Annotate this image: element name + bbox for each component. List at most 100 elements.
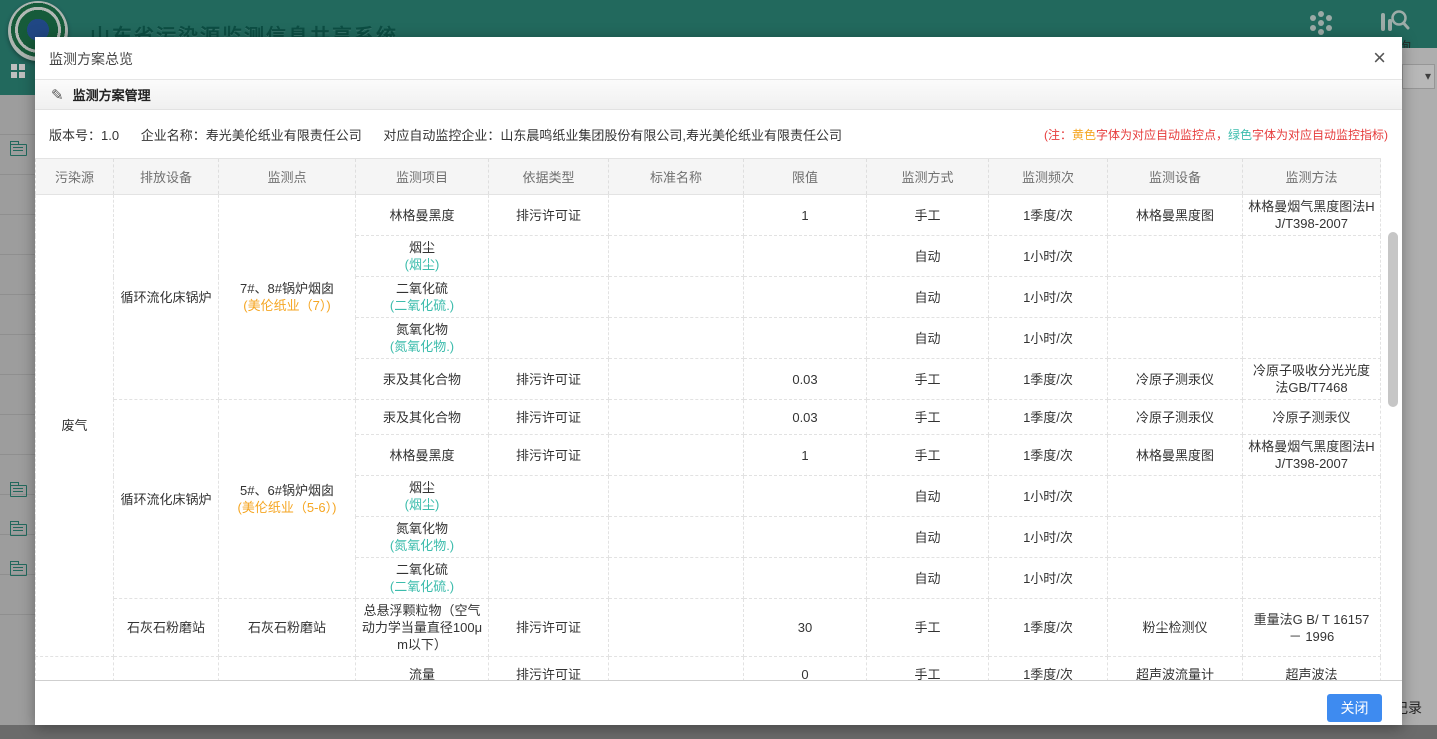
table-cell [744, 476, 867, 517]
close-button[interactable]: 关闭 [1327, 694, 1382, 722]
table-cell: 1小时/次 [989, 517, 1108, 558]
table-cell: 自动 [867, 236, 989, 277]
note-prefix: (注： [1044, 128, 1072, 142]
monitoring-plan-modal: 监测方案总览 × ✎ 监测方案管理 版本号：1.0 企业名称：寿光美伦纸业有限责… [35, 37, 1402, 725]
table-cell: 排污许可证 [489, 400, 609, 435]
table-cell: 冷原子测汞仪 [1108, 400, 1243, 435]
company-value: 寿光美伦纸业有限责任公司 [206, 128, 362, 143]
table-cell: 自动 [867, 277, 989, 318]
table-cell [489, 318, 609, 359]
table-row: 循环流化床锅炉5#、6#锅炉烟囱(美伦纸业（5-6）)汞及其化合物排污许可证0.… [36, 400, 1381, 435]
table-cell: 氮氧化物(氮氧化物.) [356, 517, 489, 558]
table-cell: 林格曼黑度图 [1108, 195, 1243, 236]
table-cell: 5#、6#锅炉烟囱(美伦纸业（5-6）) [219, 400, 356, 599]
table-scrollbar-track[interactable] [1388, 194, 1398, 681]
table-cell: 手工 [867, 195, 989, 236]
table-cell: 1小时/次 [989, 236, 1108, 277]
table-cell [609, 277, 744, 318]
table-cell: 1季度/次 [989, 400, 1108, 435]
table-cell: 排污许可证 [489, 599, 609, 657]
table-cell: 超声波流量计 [1108, 657, 1243, 682]
table-cell: 1季度/次 [989, 657, 1108, 682]
table-cell [489, 517, 609, 558]
table-cell [1108, 318, 1243, 359]
table-cell: 排污许可证 [489, 359, 609, 400]
table-cell: 1季度/次 [989, 435, 1108, 476]
column-header: 限值 [744, 159, 867, 195]
table-cell: 1小时/次 [989, 277, 1108, 318]
modal-footer: 关闭 [35, 681, 1402, 725]
auto-company-label: 对应自动监控企业： [383, 128, 500, 143]
table-cell: 冷原子吸收分光光度法GB/T7468 [1243, 359, 1381, 400]
table-cell [609, 318, 744, 359]
table-cell: 自动 [867, 476, 989, 517]
table-cell: 石灰石粉磨站 [114, 599, 219, 657]
table-cell: 循环流化床锅炉 [114, 400, 219, 599]
table-cell: 0.03 [744, 400, 867, 435]
table-cell [744, 517, 867, 558]
plan-info: 版本号：1.0 企业名称：寿光美伦纸业有限责任公司 对应自动监控企业：山东晨鸣纸… [49, 125, 842, 144]
table-cell: 烟尘(烟尘) [356, 476, 489, 517]
table-cell [609, 558, 744, 599]
column-header: 监测设备 [1108, 159, 1243, 195]
table-row: 废气循环流化床锅炉7#、8#锅炉烟囱(美伦纸业（7）)林格曼黑度排污许可证1手工… [36, 195, 1381, 236]
table-cell [1243, 277, 1381, 318]
table-cell: 1季度/次 [989, 195, 1108, 236]
table-row: 石灰石粉磨站石灰石粉磨站总悬浮颗粒物（空气动力学当量直径100μm以下）排污许可… [36, 599, 1381, 657]
column-header: 监测项目 [356, 159, 489, 195]
pen-icon: ✎ [51, 86, 64, 104]
table-cell [1108, 277, 1243, 318]
table-cell: 手工 [867, 657, 989, 682]
table-cell: 冷原子测汞仪 [1108, 359, 1243, 400]
table-cell [744, 277, 867, 318]
table-cell [744, 318, 867, 359]
table-cell [609, 599, 744, 657]
table-cell: 手工 [867, 435, 989, 476]
table-cell: 1季度/次 [989, 599, 1108, 657]
version-value: 1.0 [101, 128, 119, 143]
table-cell [489, 277, 609, 318]
table-cell: 手工 [867, 359, 989, 400]
table-cell: 林格曼黑度 [356, 195, 489, 236]
column-header: 监测方式 [867, 159, 989, 195]
note-suffix: 字体为对应自动监控指标) [1252, 128, 1388, 142]
column-header: 排放设备 [114, 159, 219, 195]
plan-table-container: 污染源排放设备监测点监测项目依据类型标准名称限值监测方式监测频次监测设备监测方法… [35, 158, 1402, 681]
table-cell: 冷原子测汞仪 [1243, 400, 1381, 435]
table-cell [609, 435, 744, 476]
section-bar: ✎ 监测方案管理 [35, 80, 1402, 110]
column-header: 监测频次 [989, 159, 1108, 195]
table-cell [609, 236, 744, 277]
table-cell [219, 657, 356, 682]
table-cell [609, 195, 744, 236]
table-cell [1243, 517, 1381, 558]
table-cell: 手工 [867, 599, 989, 657]
table-cell [1108, 517, 1243, 558]
modal-title: 监测方案总览 [49, 49, 133, 69]
table-cell [1108, 558, 1243, 599]
table-cell: 林格曼烟气黑度图法HJ/T398-2007 [1243, 195, 1381, 236]
column-header: 监测点 [219, 159, 356, 195]
table-cell: 自动 [867, 517, 989, 558]
table-cell [1108, 476, 1243, 517]
table-cell [1243, 558, 1381, 599]
modal-header: 监测方案总览 × [35, 37, 1402, 80]
color-legend-note: (注：黄色字体为对应自动监控点，绿色字体为对应自动监控指标) [1044, 126, 1388, 143]
table-cell [609, 657, 744, 682]
table-cell: 自动 [867, 318, 989, 359]
table-cell [1243, 236, 1381, 277]
table-cell: 1 [744, 435, 867, 476]
table-cell: 排污许可证 [489, 435, 609, 476]
table-cell: 0 [744, 657, 867, 682]
table-cell: 氮氧化物(氮氧化物.) [356, 318, 489, 359]
table-cell [114, 657, 219, 682]
table-cell: 粉尘检测仪 [1108, 599, 1243, 657]
auto-company-value: 山东晨鸣纸业集团股份有限公司,寿光美伦纸业有限责任公司 [500, 128, 842, 143]
table-cell: 林格曼黑度 [356, 435, 489, 476]
table-header-row: 污染源排放设备监测点监测项目依据类型标准名称限值监测方式监测频次监测设备监测方法 [36, 159, 1381, 195]
table-scrollbar-thumb[interactable] [1388, 232, 1398, 407]
plan-info-row: 版本号：1.0 企业名称：寿光美伦纸业有限责任公司 对应自动监控企业：山东晨鸣纸… [35, 110, 1402, 158]
table-cell: 1季度/次 [989, 359, 1108, 400]
modal-close-button[interactable]: × [1373, 45, 1386, 71]
table-cell: 废气 [36, 195, 114, 657]
